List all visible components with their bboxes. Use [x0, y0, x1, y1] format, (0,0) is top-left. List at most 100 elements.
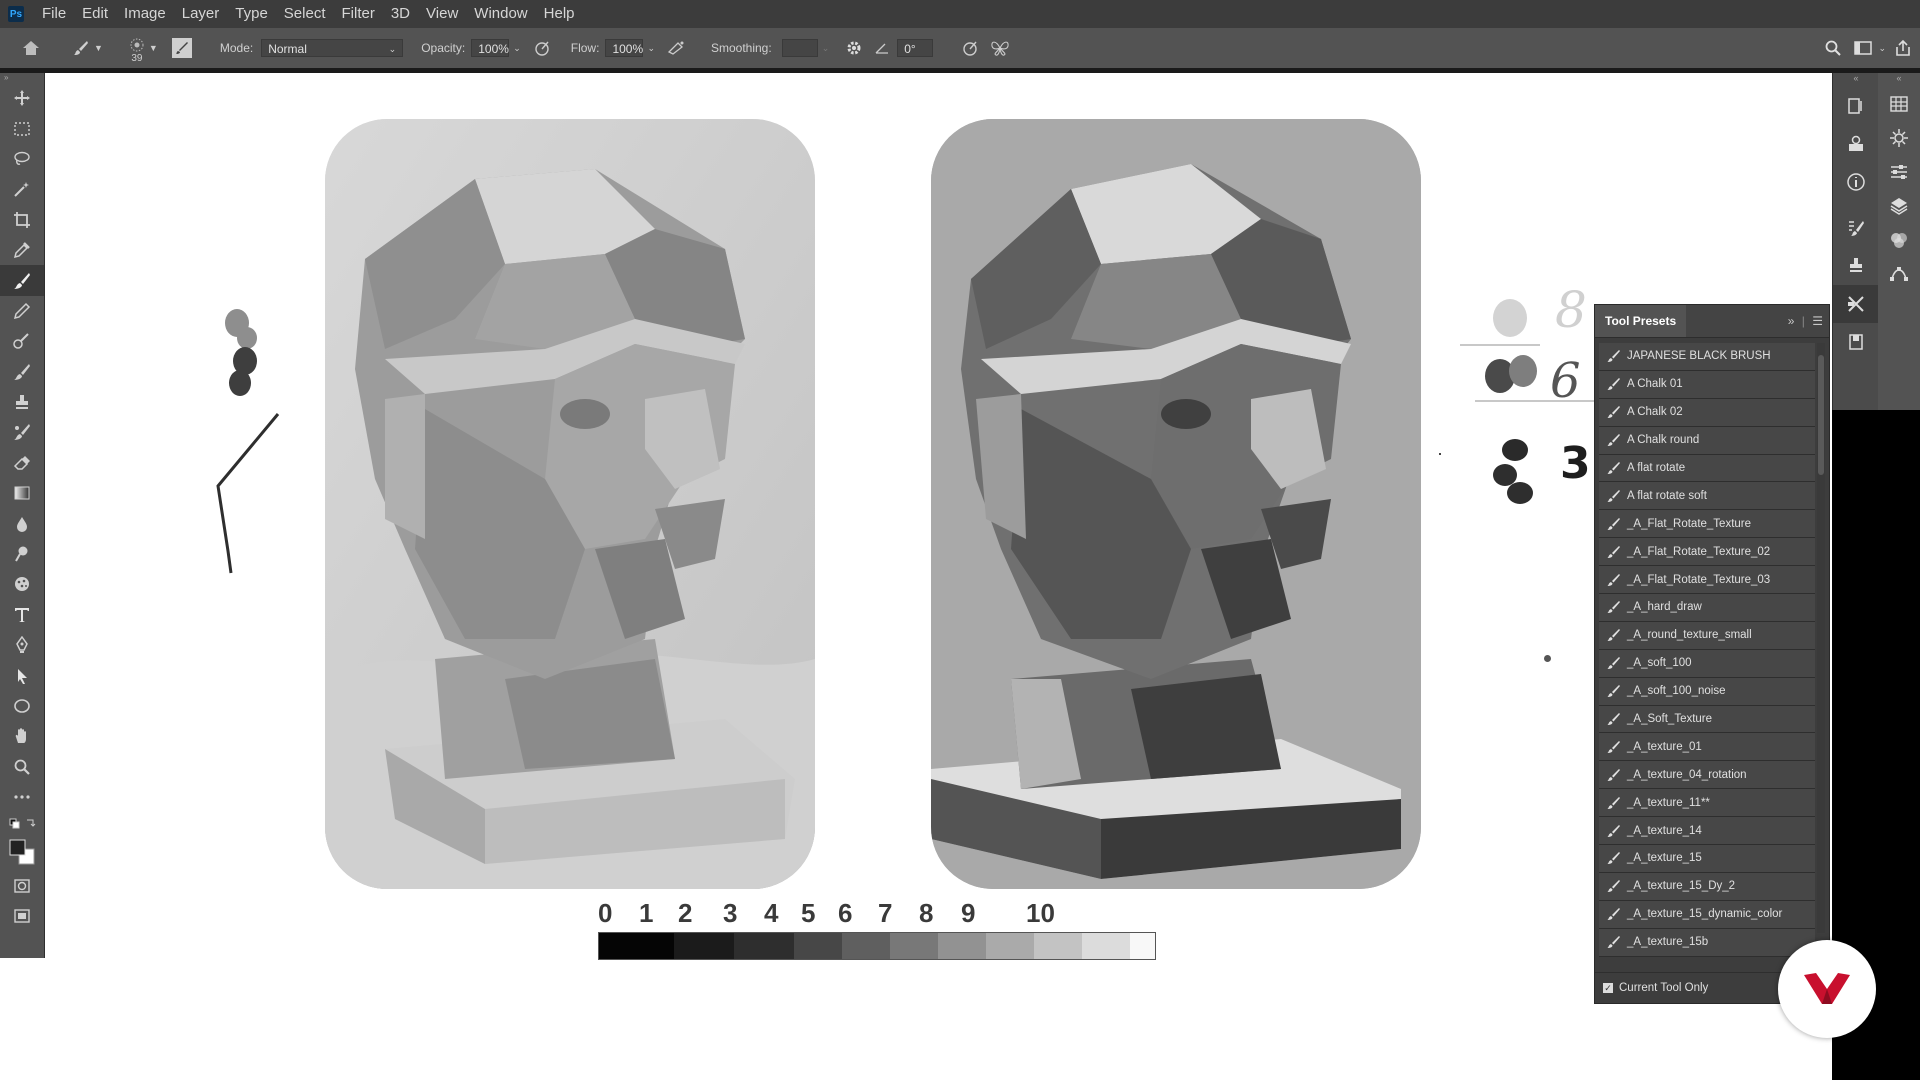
preset-item[interactable]: _A_soft_100: [1599, 649, 1815, 678]
glyphs-panel-icon[interactable]: [1833, 125, 1879, 163]
panel-tab-tool-presets[interactable]: Tool Presets: [1595, 305, 1687, 337]
pressure-size-icon[interactable]: [959, 37, 981, 59]
opacity-input[interactable]: 100% ⌄: [471, 39, 521, 57]
menu-image[interactable]: Image: [116, 0, 174, 28]
preset-item[interactable]: _A_texture_15_dynamic_color: [1599, 900, 1815, 929]
panel-menu-icon[interactable]: ☰: [1812, 314, 1823, 328]
clone-stamp-tool-icon[interactable]: [0, 326, 44, 356]
preset-item[interactable]: _A_Soft_Texture: [1599, 705, 1815, 734]
smoothing-input[interactable]: ⌄: [781, 39, 830, 57]
move-tool-icon[interactable]: [0, 83, 44, 113]
preset-item[interactable]: _A_Flat_Rotate_Texture: [1599, 510, 1815, 539]
ellipse-tool-icon[interactable]: [0, 691, 44, 721]
eyedropper-tool-icon[interactable]: [0, 235, 44, 265]
sponge-tool-icon[interactable]: [0, 569, 44, 599]
hand-tool-icon[interactable]: [0, 721, 44, 751]
collapse-dock-icon[interactable]: «: [1833, 73, 1879, 87]
path-selection-tool-icon[interactable]: [0, 660, 44, 690]
type-tool-icon[interactable]: [0, 600, 44, 630]
workspace-icon[interactable]: [1852, 37, 1874, 59]
history-brush-tool-icon[interactable]: [0, 357, 44, 387]
foreground-background-color-icon[interactable]: [0, 834, 44, 870]
preset-item[interactable]: _A_Flat_Rotate_Texture_02: [1599, 538, 1815, 567]
menu-file[interactable]: File: [34, 0, 74, 28]
history-panel-icon[interactable]: [1833, 87, 1879, 125]
info-panel-icon[interactable]: [1833, 163, 1879, 201]
angle-input[interactable]: 0°: [897, 39, 934, 57]
brush-settings-panel-icon[interactable]: [171, 38, 192, 58]
screen-mode-icon[interactable]: [0, 901, 44, 931]
airbrush-icon[interactable]: [665, 37, 687, 59]
chevron-down-icon[interactable]: ⌄: [513, 43, 521, 54]
eraser-tool-icon[interactable]: [0, 448, 44, 478]
brush-size-picker[interactable]: 39: [127, 37, 147, 64]
preset-item[interactable]: A flat rotate: [1599, 454, 1815, 483]
preset-item[interactable]: _A_hard_draw: [1599, 594, 1815, 622]
pen-tool-icon[interactable]: [0, 630, 44, 660]
preset-item[interactable]: _A_texture_15b: [1599, 928, 1815, 957]
preset-item[interactable]: _A_texture_15: [1599, 845, 1815, 873]
properties-panel-icon[interactable]: [1878, 155, 1920, 189]
preset-item[interactable]: _A_texture_14: [1599, 817, 1815, 846]
preset-item[interactable]: A flat rotate soft: [1599, 482, 1815, 511]
menu-3d[interactable]: 3D: [383, 0, 418, 28]
menu-layer[interactable]: Layer: [174, 0, 228, 28]
preset-item[interactable]: _A_texture_11**: [1599, 789, 1815, 818]
blur-tool-icon[interactable]: [0, 508, 44, 538]
clone-source-icon[interactable]: [1833, 247, 1879, 285]
crop-tool-icon[interactable]: [0, 205, 44, 235]
default-swap-colors-icon[interactable]: [0, 812, 44, 834]
brush-tool-preset-picker[interactable]: ▼: [72, 39, 103, 57]
magic-wand-tool-icon[interactable]: [0, 174, 44, 204]
menu-view[interactable]: View: [418, 0, 466, 28]
gradient-tool-icon[interactable]: [0, 478, 44, 508]
menu-type[interactable]: Type: [227, 0, 276, 28]
scrollbar-thumb[interactable]: [1818, 355, 1824, 475]
chevron-down-icon[interactable]: ⌄: [822, 43, 830, 54]
collapse-panel-icon[interactable]: »: [1788, 314, 1795, 328]
stamp-tool-icon[interactable]: [0, 387, 44, 417]
lasso-tool-icon[interactable]: [0, 144, 44, 174]
mixer-brush-tool-icon[interactable]: [0, 417, 44, 447]
current-tool-only-checkbox[interactable]: ✓: [1603, 983, 1613, 993]
channels-panel-icon[interactable]: [1878, 223, 1920, 257]
menu-help[interactable]: Help: [536, 0, 583, 28]
tool-presets-panel-icon[interactable]: [1833, 285, 1879, 323]
preset-item[interactable]: _A_round_texture_small: [1599, 621, 1815, 650]
notes-panel-icon[interactable]: [1833, 323, 1879, 361]
preset-item[interactable]: _A_texture_04_rotation: [1599, 761, 1815, 790]
preset-item[interactable]: A Chalk 01: [1599, 370, 1815, 399]
adjustments-panel-icon[interactable]: [1878, 121, 1920, 155]
symmetry-butterfly-icon[interactable]: [989, 37, 1011, 59]
gear-icon[interactable]: [843, 37, 865, 59]
quick-mask-icon[interactable]: [0, 870, 44, 900]
preset-item[interactable]: _A_texture_01: [1599, 733, 1815, 762]
chevron-down-icon[interactable]: ⌄: [1878, 43, 1886, 54]
marquee-tool-icon[interactable]: [0, 113, 44, 143]
flow-input[interactable]: 100% ⌄: [605, 39, 655, 57]
preset-item[interactable]: _A_texture_15_Dy_2: [1599, 872, 1815, 901]
menu-edit[interactable]: Edit: [74, 0, 116, 28]
document-canvas[interactable]: 0 1 2 3 4 5 6 7 8 9 10 8 6 3: [45, 73, 1832, 1080]
zoom-tool-icon[interactable]: [0, 752, 44, 782]
dodge-tool-icon[interactable]: [0, 539, 44, 569]
menu-select[interactable]: Select: [276, 0, 334, 28]
swatches-panel-icon[interactable]: [1878, 87, 1920, 121]
layers-panel-icon[interactable]: [1878, 189, 1920, 223]
pencil-tool-icon[interactable]: [0, 296, 44, 326]
search-icon[interactable]: [1822, 37, 1844, 59]
menu-filter[interactable]: Filter: [334, 0, 383, 28]
preset-item[interactable]: A Chalk round: [1599, 426, 1815, 455]
chevron-down-icon[interactable]: ⌄: [647, 43, 655, 54]
preset-list-scrollbar[interactable]: [1817, 343, 1825, 933]
preset-item[interactable]: A Chalk 02: [1599, 398, 1815, 427]
preset-item[interactable]: _A_Flat_Rotate_Texture_03: [1599, 566, 1815, 595]
more-tools-icon[interactable]: [0, 782, 44, 812]
paths-panel-icon[interactable]: [1878, 257, 1920, 291]
mode-select[interactable]: Normal ⌄: [261, 39, 404, 57]
menu-window[interactable]: Window: [466, 0, 535, 28]
brush-tool-icon[interactable]: [0, 265, 44, 296]
collapse-toolbar-icon[interactable]: »: [0, 73, 44, 83]
chevron-down-icon[interactable]: ▼: [149, 43, 158, 53]
collapse-dock-icon[interactable]: «: [1878, 73, 1920, 87]
